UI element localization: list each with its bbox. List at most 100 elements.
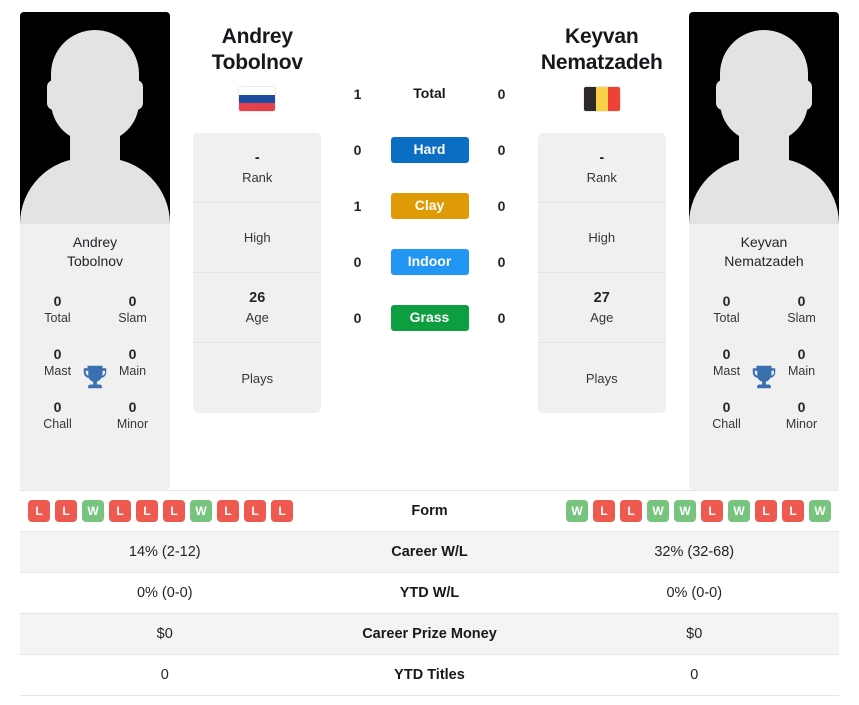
flag-stripe-black xyxy=(583,87,596,111)
left-titles-grid: 0 Total 0 Slam 0 Mast 0 Main 0 Chall 0 M… xyxy=(20,279,170,490)
form-badge-loss: L xyxy=(593,500,615,522)
right-rank-label: Rank xyxy=(586,170,617,185)
right-titles-total-label: Total xyxy=(713,311,740,325)
left-surface-grass-value: 0 xyxy=(353,310,362,326)
left-surface-total-value: 1 xyxy=(353,86,362,102)
right-photo-name-line2: Nematzadeh xyxy=(724,253,804,269)
left-player-name: Andrey Tobolnov xyxy=(211,24,304,76)
form-badge-loss: L xyxy=(244,500,266,522)
surface-row-hard: 0 Hard 0 xyxy=(345,122,515,178)
left-high-cell: High xyxy=(193,203,322,273)
surface-badge-grass[interactable]: Grass xyxy=(390,305,469,331)
right-titles-minor-value: 0 xyxy=(797,399,806,415)
form-badge-loss: L xyxy=(701,500,723,522)
right-player-info-card: - Rank High 27 Age Plays xyxy=(537,133,666,413)
left-titles-minor: 0 Minor xyxy=(95,389,170,442)
avatar-ear-right xyxy=(798,80,812,110)
left-surface-hard-value: 0 xyxy=(353,142,362,158)
ytd-titles-label: YTD Titles xyxy=(394,667,465,683)
form-badge-win: W xyxy=(566,500,588,522)
left-age-cell: 26 Age xyxy=(193,273,322,343)
right-titles-chall-label: Chall xyxy=(712,417,741,431)
left-surface-clay-value: 1 xyxy=(353,198,362,214)
surface-badge-hard[interactable]: Hard xyxy=(390,137,469,163)
right-titles-slam-label: Slam xyxy=(787,311,816,325)
form-badge-loss: L xyxy=(782,500,804,522)
right-titles-chall: 0 Chall xyxy=(689,389,764,442)
left-surface-indoor-value: 0 xyxy=(353,254,362,270)
form-badge-loss: L xyxy=(163,500,185,522)
right-name-line1: Keyvan xyxy=(564,25,639,48)
career-prize-money-label: Career Prize Money xyxy=(362,626,497,642)
surface-badge-indoor[interactable]: Indoor xyxy=(390,249,469,275)
right-titles-total: 0 Total xyxy=(689,283,764,336)
avatar-ear-left xyxy=(716,80,730,110)
right-rank-cell: - Rank xyxy=(537,133,666,203)
right-titles-grid: 0 Total 0 Slam 0 Mast 0 Main 0 Chall 0 M… xyxy=(689,279,839,490)
avatar-body xyxy=(689,158,839,224)
right-age-value: 27 xyxy=(593,290,610,306)
trophy-icon xyxy=(83,365,107,389)
right-career-wl: 32% (32-68) xyxy=(654,544,735,560)
right-ytd-wl: 0% (0-0) xyxy=(666,585,723,601)
trophy-icon xyxy=(752,365,776,389)
flag-stripe-red xyxy=(607,87,620,111)
left-rank-value: - xyxy=(254,150,260,166)
surface-row-clay: 1 Clay 0 xyxy=(345,178,515,234)
left-player-photo xyxy=(20,12,170,224)
right-high-label: High xyxy=(588,230,616,245)
flag-stripe-red xyxy=(239,103,276,111)
right-titles-total-value: 0 xyxy=(722,293,731,309)
left-titles-mast-value: 0 xyxy=(53,346,62,362)
form-badge-loss: L xyxy=(109,500,131,522)
left-titles-slam-value: 0 xyxy=(128,293,137,309)
form-badge-win: W xyxy=(728,500,750,522)
left-name-line2: Tobolnov xyxy=(211,51,304,74)
right-player-info-column: Keyvan Nematzadeh - Rank High 27 Age Pla… xyxy=(515,12,690,490)
russia-flag-icon xyxy=(239,87,276,111)
left-titles-minor-label: Minor xyxy=(116,417,149,431)
comparison-header: Andrey Tobolnov 0 Total 0 Slam 0 Mast 0 … xyxy=(0,0,859,490)
right-player-photo-card[interactable]: Keyvan Nematzadeh 0 Total 0 Slam 0 Mast … xyxy=(689,12,839,490)
table-row-career-prize-money: $0 Career Prize Money $0 xyxy=(20,614,839,655)
right-titles-minor: 0 Minor xyxy=(764,389,839,442)
right-titles-minor-label: Minor xyxy=(785,417,818,431)
right-player-name: Keyvan Nematzadeh xyxy=(541,24,663,76)
surface-badge-clay[interactable]: Clay xyxy=(390,193,469,219)
right-player-photo-name: Keyvan Nematzadeh xyxy=(689,224,839,279)
right-plays-label: Plays xyxy=(585,370,618,386)
form-label: Form xyxy=(411,503,448,519)
left-titles-row-3: 0 Chall 0 Minor xyxy=(20,389,170,442)
left-titles-total: 0 Total xyxy=(20,283,95,336)
head-to-head-stats-table: LLWLLLWLLL Form WLLWWLWLLW 14% (2-12) Ca… xyxy=(20,490,839,696)
form-badge-loss: L xyxy=(620,500,642,522)
left-titles-slam: 0 Slam xyxy=(95,283,170,336)
right-titles-mast-value: 0 xyxy=(722,346,731,362)
form-badge-win: W xyxy=(809,500,831,522)
left-titles-main-value: 0 xyxy=(128,346,137,362)
left-titles-chall-label: Chall xyxy=(43,417,72,431)
belgium-flag-icon xyxy=(583,87,620,111)
table-row-ytd-wl: 0% (0-0) YTD W/L 0% (0-0) xyxy=(20,573,839,614)
right-name-line2: Nematzadeh xyxy=(540,51,663,74)
form-badge-win: W xyxy=(674,500,696,522)
left-ytd-wl: 0% (0-0) xyxy=(136,585,193,601)
left-player-photo-card[interactable]: Andrey Tobolnov 0 Total 0 Slam 0 Mast 0 … xyxy=(20,12,170,490)
left-career-prize-money: $0 xyxy=(156,626,173,642)
left-form-badges: LLWLLLWLLL xyxy=(20,500,310,522)
left-titles-chall-value: 0 xyxy=(53,399,62,415)
flag-stripe-blue xyxy=(239,95,276,103)
form-badge-loss: L xyxy=(55,500,77,522)
left-plays-cell: Plays xyxy=(193,343,321,413)
left-photo-name-line1: Andrey xyxy=(72,234,118,250)
right-surface-grass-value: 0 xyxy=(497,310,506,326)
form-badge-loss: L xyxy=(755,500,777,522)
left-rank-cell: - Rank xyxy=(193,133,322,203)
right-age-cell: 27 Age xyxy=(537,273,666,343)
surface-row-grass: 0 Grass 0 xyxy=(345,290,515,346)
left-name-line1: Andrey xyxy=(221,25,293,48)
career-wl-label: Career W/L xyxy=(391,544,468,560)
form-badge-loss: L xyxy=(271,500,293,522)
right-titles-slam-value: 0 xyxy=(797,293,806,309)
left-player-info-column: Andrey Tobolnov - Rank High 26 Age Plays xyxy=(170,12,345,490)
